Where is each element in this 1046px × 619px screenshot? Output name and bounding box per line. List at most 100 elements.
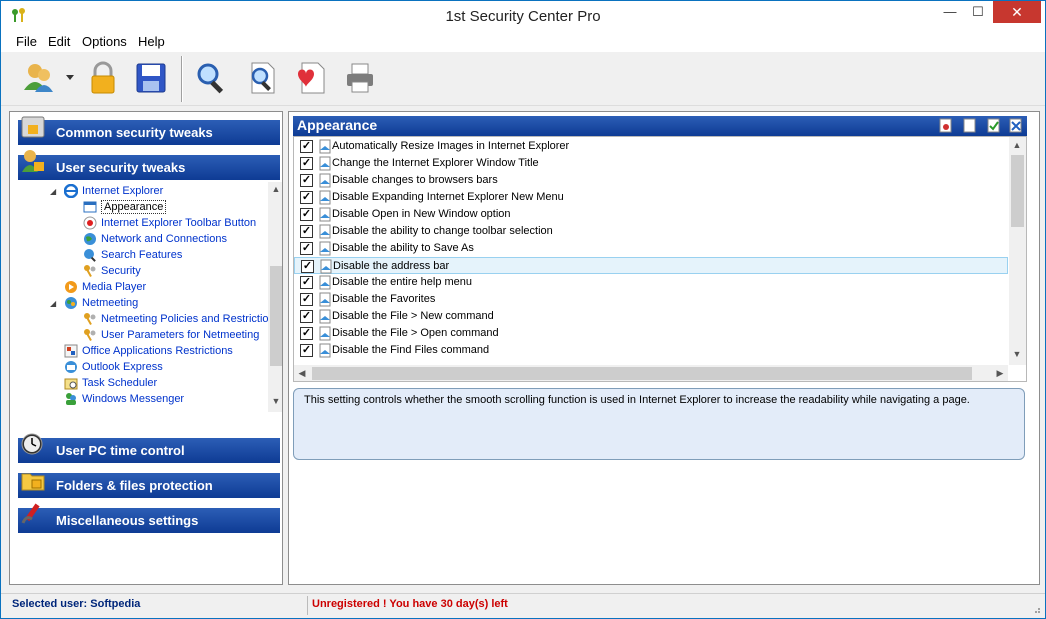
tree-item-netmeeting[interactable]: Netmeeting [64, 296, 138, 312]
setting-checkbox[interactable]: ✓ [300, 157, 313, 170]
check-document-icon[interactable] [987, 118, 1001, 133]
category-panel: Common security tweaks User security twe… [9, 111, 283, 585]
messenger-icon [66, 393, 76, 405]
setting-checkbox[interactable]: ✓ [300, 208, 313, 221]
setting-document-icon [319, 309, 331, 324]
setting-checkbox[interactable]: ✓ [300, 293, 313, 306]
menu-file[interactable]: File [16, 34, 37, 49]
tree-scrollbar[interactable]: ▲ ▼ [268, 182, 282, 412]
category-folders-files-protection[interactable]: Folders & files protection [18, 473, 280, 498]
scroll-down-icon[interactable]: ▼ [268, 396, 282, 406]
list-item[interactable]: ✓ Change the Internet Explorer Window Ti… [294, 155, 1008, 172]
search-icon[interactable] [194, 60, 230, 96]
setting-checkbox[interactable]: ✓ [300, 344, 313, 357]
dropdown-arrow-icon[interactable] [65, 74, 75, 82]
scroll-up-icon[interactable]: ▲ [268, 184, 282, 194]
list-item[interactable]: ✓ Disable the Find Files command [294, 342, 1008, 359]
tree-item-windows-messenger[interactable]: Windows Messenger [64, 392, 184, 408]
category-user-pc-time-control[interactable]: User PC time control [18, 433, 280, 463]
menu-edit[interactable]: Edit [48, 34, 70, 49]
tree-item-toolbar-button[interactable]: Internet Explorer Toolbar Button [83, 216, 256, 232]
setting-checkbox[interactable]: ✓ [300, 174, 313, 187]
setting-checkbox[interactable]: ✓ [300, 225, 313, 238]
category-miscellaneous-settings[interactable]: Miscellaneous settings [18, 503, 280, 533]
setting-checkbox[interactable]: ✓ [300, 191, 313, 204]
tree-item-appearance[interactable]: Appearance [83, 200, 167, 216]
setting-label: Disable the File > New command [332, 310, 494, 322]
lock-icon[interactable] [85, 60, 121, 96]
scroll-left-icon[interactable]: ◀ [294, 368, 310, 379]
export-icon[interactable] [939, 118, 953, 133]
list-item[interactable]: ✓ Disable the entire help menu [294, 274, 1008, 291]
scroll-right-icon[interactable]: ▶ [992, 368, 1008, 379]
menu-options[interactable]: Options [82, 34, 127, 49]
tree-item-outlook-express[interactable]: Outlook Express [64, 360, 163, 376]
uncheck-document-icon[interactable] [1009, 118, 1023, 133]
setting-label: Change the Internet Explorer Window Titl… [332, 157, 539, 169]
save-icon[interactable] [133, 60, 169, 96]
category-label: User PC time control [56, 443, 185, 458]
setting-document-icon [319, 275, 331, 290]
setting-checkbox[interactable]: ✓ [300, 276, 313, 289]
outlook-icon [65, 361, 77, 373]
heart-document-icon[interactable] [292, 60, 328, 96]
clock-icon [21, 433, 43, 455]
setting-document-icon [319, 224, 331, 239]
tree-item-netmeeting-user-parameters[interactable]: User Parameters for Netmeeting [83, 328, 259, 344]
new-document-icon[interactable] [963, 118, 977, 133]
setting-checkbox[interactable]: ✓ [300, 140, 313, 153]
menu-help[interactable]: Help [138, 34, 165, 49]
tree-item-media-player[interactable]: Media Player [64, 280, 146, 296]
tree-item-search-features[interactable]: Search Features [83, 248, 182, 264]
status-separator [307, 596, 308, 615]
list-item[interactable]: ✓ Disable changes to browsers bars [294, 172, 1008, 189]
list-item[interactable]: ✓ Disable the address bar [294, 257, 1008, 274]
scroll-thumb[interactable] [1011, 155, 1024, 227]
scroll-down-icon[interactable]: ▼ [1009, 349, 1025, 359]
expanded-arrow-icon[interactable]: ◢ [50, 299, 56, 308]
setting-label: Disable Expanding Internet Explorer New … [332, 191, 564, 203]
setting-checkbox[interactable]: ✓ [300, 327, 313, 340]
scroll-up-icon[interactable]: ▲ [1009, 140, 1025, 150]
list-item[interactable]: ✓ Disable Open in New Window option [294, 206, 1008, 223]
list-horizontal-scrollbar[interactable]: ◀ ▶ [294, 365, 1008, 381]
description-text: This setting controls whether the smooth… [304, 394, 970, 406]
tree-item-netmeeting-policies[interactable]: Netmeeting Policies and Restrictio [83, 312, 269, 328]
setting-checkbox[interactable]: ✓ [300, 310, 313, 323]
category-label: Miscellaneous settings [56, 513, 199, 528]
setting-label: Disable the entire help menu [332, 276, 473, 288]
list-item[interactable]: ✓ Disable the ability to Save As [294, 240, 1008, 257]
list-item[interactable]: ✓ Disable the ability to change toolbar … [294, 223, 1008, 240]
setting-checkbox[interactable]: ✓ [301, 260, 314, 273]
users-icon[interactable] [21, 60, 57, 96]
close-button[interactable]: ✕ [993, 1, 1041, 23]
tree-item-internet-explorer[interactable]: Internet Explorer [64, 184, 163, 200]
tools-icon [21, 503, 40, 524]
scroll-thumb[interactable] [270, 266, 282, 366]
setting-checkbox[interactable]: ✓ [300, 242, 313, 255]
media-player-icon [65, 281, 77, 293]
list-item[interactable]: ✓ Disable the Favorites [294, 291, 1008, 308]
tree-item-task-scheduler[interactable]: Task Scheduler [64, 376, 157, 392]
registration-status: Unregistered ! You have 30 day(s) left [312, 598, 508, 610]
list-item[interactable]: ✓ Disable the File > Open command [294, 325, 1008, 342]
list-item[interactable]: ✓ Disable the File > New command [294, 308, 1008, 325]
resize-grip-icon[interactable] [1031, 604, 1041, 614]
list-item[interactable]: ✓ Disable Expanding Internet Explorer Ne… [294, 189, 1008, 206]
category-user-security-tweaks[interactable]: User security tweaks [18, 150, 280, 180]
list-scrollbar[interactable]: ▲ ▼ [1009, 137, 1026, 365]
category-common-security-tweaks[interactable]: Common security tweaks [18, 116, 280, 145]
category-label: User security tweaks [56, 160, 186, 175]
tree-item-office-restrictions[interactable]: Office Applications Restrictions [64, 344, 233, 360]
list-item[interactable]: ✓ Automatically Resize Images in Interne… [294, 138, 1008, 155]
setting-label: Disable the Find Files command [332, 344, 490, 356]
maximize-button[interactable]: ☐ [964, 1, 992, 23]
printer-icon[interactable] [342, 60, 378, 96]
search-document-icon[interactable] [244, 60, 280, 96]
tree-item-security[interactable]: Security [83, 264, 141, 280]
folder-lock-icon [21, 473, 45, 491]
scroll-thumb[interactable] [312, 367, 972, 380]
minimize-button[interactable]: — [936, 1, 964, 23]
tree-item-network[interactable]: Network and Connections [83, 232, 227, 248]
expanded-arrow-icon[interactable]: ◢ [50, 187, 56, 196]
